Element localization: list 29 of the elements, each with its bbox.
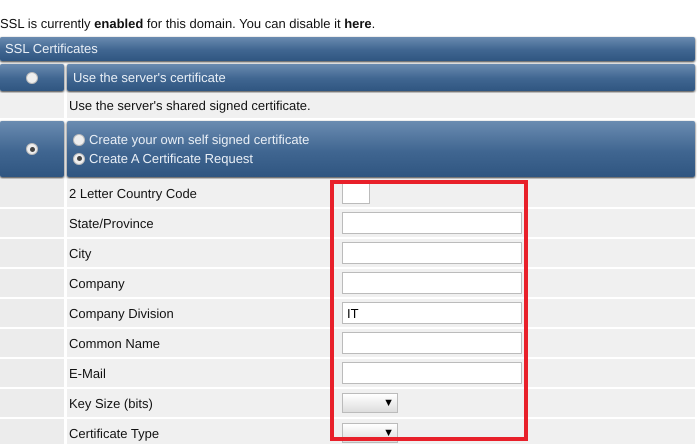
field-label: Company Division (68, 306, 175, 320)
table-cell (0, 179, 64, 207)
field-label: Key Size (bits) (68, 396, 154, 410)
table-cell (0, 93, 64, 118)
field-label: Common Name (68, 336, 162, 350)
section-header: SSL Certificates (0, 37, 695, 61)
input-field[interactable] (342, 362, 522, 384)
input-field[interactable] (342, 272, 522, 294)
radio-button[interactable] (26, 143, 38, 155)
field-label: City (68, 246, 92, 260)
field-label: Company (68, 276, 126, 290)
option-label: Create A Certificate Request (89, 151, 254, 166)
field-label: E-Mail (68, 366, 107, 380)
option-label: Create your own self signed certificate (89, 132, 310, 147)
input-field[interactable] (342, 332, 522, 354)
ssl-status-text: SSL is currently enabled for this domain. You can disable it here. (0, 15, 376, 33)
field-label: State/Province (68, 216, 155, 230)
radio-button[interactable] (26, 72, 38, 84)
input-field[interactable] (342, 242, 522, 264)
input-field[interactable] (342, 212, 522, 234)
input-field[interactable]: IT (342, 302, 522, 324)
field-label: Certificate Type (68, 426, 160, 440)
radio-button[interactable] (73, 152, 85, 164)
input-field[interactable] (342, 182, 370, 204)
radio-button[interactable] (73, 134, 85, 146)
dropdown[interactable]: ▼ (342, 393, 398, 413)
option-label: Use the server's certificate (73, 70, 227, 85)
field-label: 2 Letter Country Code (68, 186, 198, 200)
option-description: Use the server's shared signed certificate. (67, 93, 695, 118)
